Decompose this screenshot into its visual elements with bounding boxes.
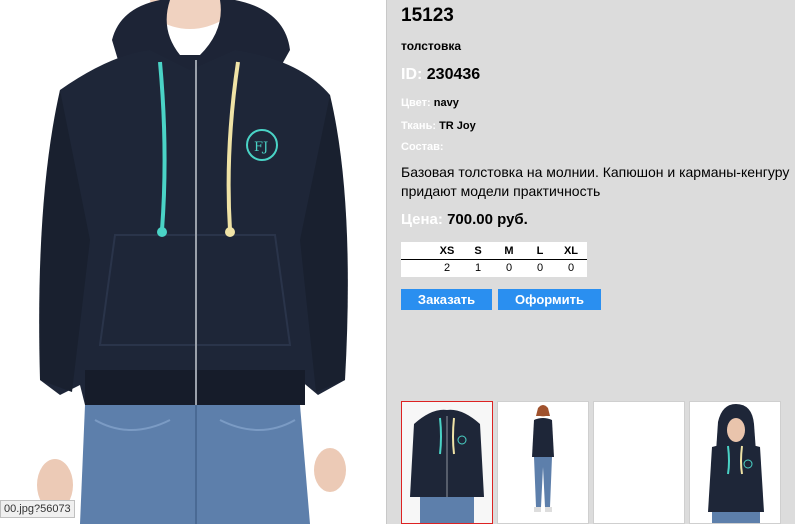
product-page: FJ 15123 толстовка ID: 230436 Цвет: navy… xyxy=(0,0,795,524)
size-header-row: XS S M L XL xyxy=(401,242,587,260)
checkout-button[interactable]: Оформить xyxy=(498,289,601,310)
composition-label: Состав: xyxy=(401,141,444,153)
svg-text:FJ: FJ xyxy=(254,140,268,155)
color-label: Цвет: xyxy=(401,97,431,109)
size-row-label-cell xyxy=(401,259,432,277)
size-qty-s[interactable]: 1 xyxy=(462,259,494,277)
color-value: navy xyxy=(433,97,459,109)
size-quantity-row: 2 1 0 0 0 xyxy=(401,259,587,277)
size-qty-m[interactable]: 0 xyxy=(493,259,525,277)
size-header-s: S xyxy=(462,242,494,260)
thumbnail-front[interactable] xyxy=(401,401,493,524)
product-title: 15123 xyxy=(401,5,454,26)
thumbnail-hood-up[interactable] xyxy=(689,401,781,524)
product-description: Базовая толстовка на молнии. Капюшон и к… xyxy=(401,164,790,199)
product-id-value: 230436 xyxy=(426,66,481,83)
product-id: ID: 230436 xyxy=(401,66,480,84)
product-details-panel: 15123 толстовка ID: 230436 Цвет: navy Тк… xyxy=(386,0,795,524)
product-composition: Состав: xyxy=(401,141,444,153)
product-subtitle: толстовка xyxy=(401,39,461,53)
size-header-l: L xyxy=(524,242,556,260)
main-product-photo: FJ xyxy=(0,0,386,524)
fabric-label: Ткань: xyxy=(401,120,436,132)
size-header-xl: XL xyxy=(555,242,587,260)
thumbnail-full-length[interactable] xyxy=(497,401,589,524)
product-price: Цена: 700.00 руб. xyxy=(401,211,528,228)
price-value: 700.00 руб. xyxy=(447,211,528,228)
product-color: Цвет: navy xyxy=(401,97,459,109)
size-header-xs: XS xyxy=(431,242,463,260)
size-qty-l[interactable]: 0 xyxy=(524,259,556,277)
thumbnail-blank[interactable] xyxy=(593,401,685,524)
order-button[interactable]: Заказать xyxy=(401,289,492,310)
status-bar-url: 00.jpg?56073 xyxy=(0,500,75,518)
size-header-m: M xyxy=(493,242,525,260)
product-fabric: Ткань: TR Joy xyxy=(401,120,476,132)
size-corner-cell xyxy=(401,242,432,260)
fabric-value: TR Joy xyxy=(439,120,476,132)
size-table: XS S M L XL 2 1 0 0 0 xyxy=(401,242,587,277)
size-qty-xs[interactable]: 2 xyxy=(431,259,463,277)
product-id-label: ID: xyxy=(401,66,423,83)
price-label: Цена: xyxy=(401,211,443,228)
size-qty-xl[interactable]: 0 xyxy=(555,259,587,277)
